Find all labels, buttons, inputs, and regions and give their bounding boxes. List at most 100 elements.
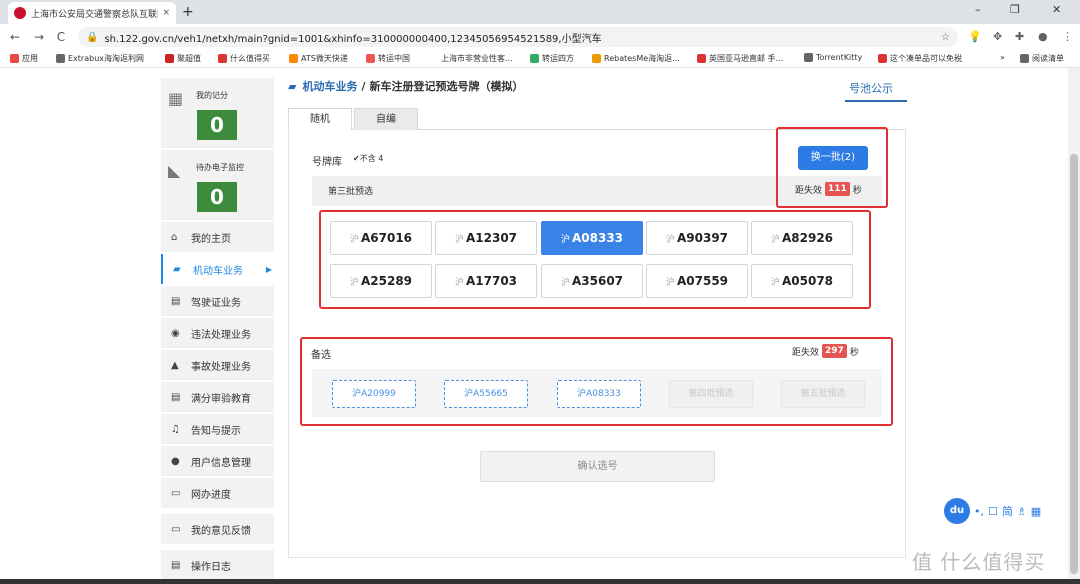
plate-library-label: 号牌库 xyxy=(312,157,342,168)
home-icon: ⌂ xyxy=(171,231,178,243)
tab-random[interactable]: 随机 xyxy=(288,108,352,130)
puzzle-icon[interactable]: ✚ xyxy=(1015,30,1024,43)
camera-icon: ◉ xyxy=(171,327,180,339)
sidebar: ▦ 我的记分 0 ◣ 待办电子监控 0 ⌂ 我的主页 ▰ 机动车业务 ▶ ▤ 驾驶证业务 ◉ 违… xyxy=(161,78,274,584)
bookmark-favicon-icon xyxy=(592,54,601,63)
simplified-chinese-button[interactable]: 简 xyxy=(1002,503,1013,519)
sidebar-item[interactable]: ♫ 告知与提示 xyxy=(161,414,274,444)
bookmark-favicon-icon xyxy=(697,54,706,63)
reload-button[interactable]: C xyxy=(52,30,70,44)
profile-icon[interactable]: ● xyxy=(1038,30,1048,43)
sidebar-item-label: 驾驶证业务 xyxy=(191,297,241,309)
bookmark-item[interactable]: Extrabux海淘返利网 xyxy=(56,53,144,64)
sidebar-item-label: 违法处理业务 xyxy=(191,329,251,341)
swap-highlight-box xyxy=(776,127,888,208)
browser-toolbar: ← → C 🔒 sh.122.gov.cn/veh1/netxh/main?gn… xyxy=(0,24,1080,50)
back-button[interactable]: ← xyxy=(6,30,24,44)
card-icon: ▤ xyxy=(171,295,181,307)
extension-icon[interactable]: ✥ xyxy=(993,30,1002,43)
bookmark-item[interactable]: 转运四方 xyxy=(530,53,574,64)
tab-close-icon[interactable]: × xyxy=(162,8,170,18)
watermark: 值 什么值得买 xyxy=(912,550,1046,574)
du-logo-icon[interactable]: du xyxy=(944,498,970,524)
bell-icon: ♫ xyxy=(171,423,180,435)
sidebar-item-label: 我的主页 xyxy=(191,233,231,245)
confirm-selection-button[interactable]: 确认选号 xyxy=(480,451,715,482)
bookmark-item[interactable]: 转运中国 xyxy=(366,53,410,64)
plates-highlight-box xyxy=(319,210,871,309)
bookmark-item[interactable]: 上海市非营业性客... xyxy=(441,53,513,64)
lock-icon: 🔒 xyxy=(86,31,99,43)
sidebar-item[interactable]: ⌂ 我的主页 xyxy=(161,222,274,252)
sidebar-item[interactable]: ▰ 机动车业务 ▶ xyxy=(161,254,274,284)
grid-icon[interactable]: ▦ xyxy=(1031,505,1041,518)
bookmark-item[interactable]: 英国亚马逊直邮 手... xyxy=(697,53,783,64)
pool-public-link[interactable]: 号池公示 xyxy=(845,80,907,102)
feedback-icon: ▭ xyxy=(171,523,181,535)
sidebar-item-label: 机动车业务 xyxy=(193,265,243,277)
minimize-button[interactable]: – xyxy=(975,3,981,16)
batch-label: 第三批预选 xyxy=(328,187,374,197)
sidebar-item-label: 用户信息管理 xyxy=(191,457,251,469)
globe-icon xyxy=(56,54,65,63)
sidebar-item[interactable]: ▭ 我的意见反馈 xyxy=(161,514,274,544)
score-card[interactable]: ▦ 我的记分 0 xyxy=(161,78,274,148)
scrollbar-thumb[interactable] xyxy=(1070,154,1078,574)
sidebar-item[interactable]: ▤ 操作日志 xyxy=(161,550,274,580)
reading-list-icon xyxy=(1020,54,1029,63)
user-icon: ● xyxy=(171,455,180,467)
forward-button[interactable]: → xyxy=(30,30,48,44)
sidebar-item[interactable]: ▤ 满分审验教育 xyxy=(161,382,274,412)
reading-list-button[interactable]: 阅读清单 xyxy=(1020,53,1064,64)
tab-custom[interactable]: 自编 xyxy=(354,108,418,130)
bookmark-favicon-icon xyxy=(878,54,887,63)
breadcrumb-separator: / xyxy=(361,79,366,93)
monitor-card[interactable]: ◣ 待办电子监控 0 xyxy=(161,150,274,220)
alternates-highlight-box xyxy=(300,337,893,426)
bookmark-item[interactable]: 这个凑单品可以免税 xyxy=(878,53,962,64)
bookmark-favicon-icon xyxy=(218,54,227,63)
browser-tabstrip: 上海市公安局交通警察总队互联网 × + – ❐ ✕ xyxy=(0,0,1080,24)
sidebar-item[interactable]: ▲ 事故处理业务 xyxy=(161,350,274,380)
page-title: 新车注册登记预选号牌（模拟） xyxy=(369,80,524,93)
user-icon[interactable]: ♗ xyxy=(1017,505,1027,518)
url-text: sh.122.gov.cn/veh1/netxh/main?gnid=1001&… xyxy=(104,33,602,45)
page-scrollbar[interactable] xyxy=(1068,68,1080,584)
bookmarks-bar: 应用 Extrabux海淘返利网 聚超值 什么值得买 ATS微天快递 转运中国 … xyxy=(0,50,1080,68)
truck-icon: ▰ xyxy=(288,79,297,93)
screen-icon[interactable]: ☐ xyxy=(988,505,998,518)
score-value: 0 xyxy=(197,110,237,140)
camera-monitor-icon: ◣ xyxy=(168,161,181,180)
card-icon: ▤ xyxy=(171,391,181,403)
restore-button[interactable]: ❐ xyxy=(1010,3,1020,16)
bookmark-favicon-icon xyxy=(289,54,298,63)
globe-icon xyxy=(804,53,813,62)
address-bar[interactable]: 🔒 sh.122.gov.cn/veh1/netxh/main?gnid=100… xyxy=(78,27,958,47)
bookmark-item[interactable]: 聚超值 xyxy=(165,53,201,64)
new-tab-button[interactable]: + xyxy=(182,4,194,20)
browser-tab[interactable]: 上海市公安局交通警察总队互联网 × xyxy=(8,2,176,24)
bookmark-item[interactable]: 应用 xyxy=(10,53,38,64)
breadcrumb-section[interactable]: 机动车业务 xyxy=(302,78,357,94)
sidebar-item[interactable]: ● 用户信息管理 xyxy=(161,446,274,476)
apps-icon xyxy=(10,54,19,63)
floating-toolbar: du •, ☐ 简 ♗ ▦ xyxy=(944,498,1041,524)
bookmark-item[interactable]: RebatesMe海淘返... xyxy=(592,53,680,64)
close-window-button[interactable]: ✕ xyxy=(1052,3,1061,16)
bookmark-star-icon[interactable]: ☆ xyxy=(941,32,950,43)
extension-bulb-icon[interactable]: 💡 xyxy=(968,30,982,43)
breadcrumb: ▰ 机动车业务 / 新车注册登记预选号牌（模拟） xyxy=(288,78,524,94)
sidebar-item[interactable]: ▤ 驾驶证业务 xyxy=(161,286,274,316)
bookmark-item[interactable]: ATS微天快递 xyxy=(289,53,348,64)
bookmarks-overflow-button[interactable]: » xyxy=(1000,53,1005,62)
punctuation-icon[interactable]: •, xyxy=(974,505,984,518)
bookmark-item[interactable]: 什么值得买 xyxy=(218,53,270,64)
sidebar-item[interactable]: ◉ 违法处理业务 xyxy=(161,318,274,348)
browser-menu-icon[interactable]: ⋮ xyxy=(1062,30,1073,43)
exclude-four-checkbox[interactable]: ✔不含 4 xyxy=(353,153,383,164)
monitor-value: 0 xyxy=(197,182,237,212)
progress-icon: ▭ xyxy=(171,487,181,499)
sidebar-item[interactable]: ▭ 网办进度 xyxy=(161,478,274,508)
bookmark-item[interactable]: TorrentKitty xyxy=(804,53,862,62)
police-favicon-icon xyxy=(14,7,26,19)
